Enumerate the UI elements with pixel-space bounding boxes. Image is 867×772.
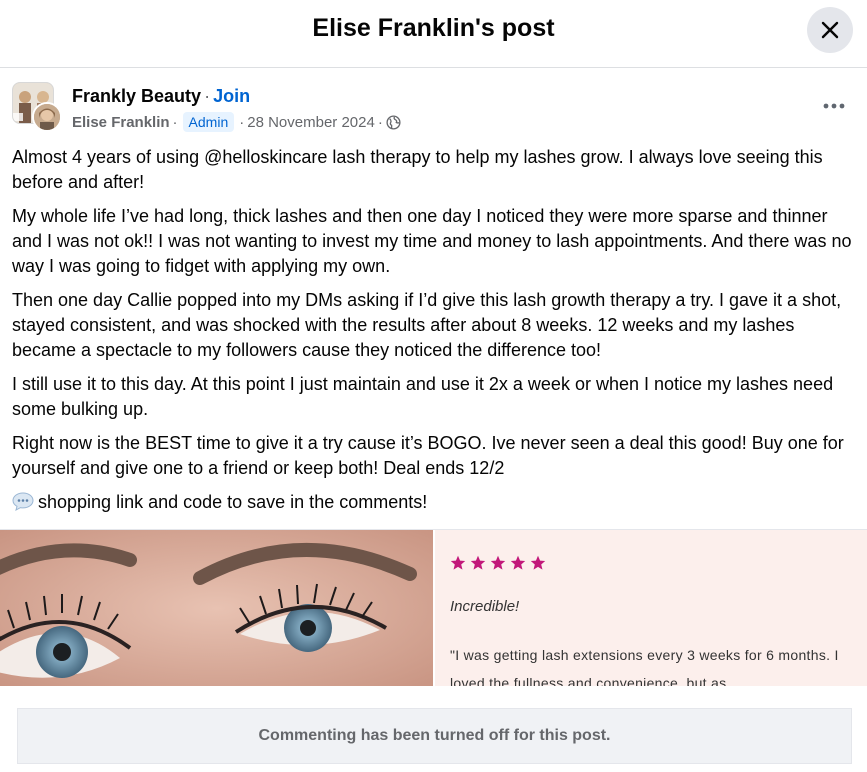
post-paragraph: Almost 4 years of using @helloskincare l…	[12, 147, 823, 192]
close-button[interactable]	[807, 7, 853, 53]
close-icon	[821, 21, 839, 39]
separator-dot: ·	[239, 113, 245, 131]
avatar[interactable]	[12, 82, 62, 132]
star-icon	[450, 555, 466, 570]
post-paragraph-last: shopping link and code to save in the co…	[12, 490, 860, 515]
review-title: Incredible!	[450, 598, 520, 615]
author-name-link[interactable]: Elise Franklin	[72, 114, 170, 131]
more-options-button[interactable]	[818, 90, 850, 122]
dialog-title: Elise Franklin's post	[312, 14, 555, 42]
star-icon	[490, 555, 506, 570]
post-paragraph: My whole life I’ve had long, thick lashe…	[12, 206, 852, 276]
post-paragraph: Right now is the BEST time to give it a …	[12, 433, 844, 478]
post-media[interactable]: Incredible! "I was getting lash extensio…	[0, 529, 867, 686]
comments-disabled-notice: Commenting has been turned off for this …	[17, 708, 852, 764]
globe-icon	[386, 114, 401, 130]
post-meta: Elise Franklin · Admin · 28 November 202…	[72, 112, 401, 132]
separator-dot: ·	[377, 113, 383, 131]
review-card[interactable]: Incredible! "I was getting lash extensio…	[435, 530, 867, 686]
separator-dot: ·	[172, 113, 178, 131]
post-body: Almost 4 years of using @helloskincare l…	[12, 145, 860, 524]
post-dialog-header: Elise Franklin's post	[0, 0, 867, 68]
group-line: Frankly Beauty · Join	[72, 86, 250, 107]
post-header: Frankly Beauty · Join Elise Franklin · Adm…	[0, 68, 867, 140]
post-last-line: shopping link and code to save in the co…	[38, 492, 428, 512]
review-text: "I was getting lash extensions every 3 w…	[450, 647, 839, 686]
star-icon	[470, 555, 486, 570]
post-date-link[interactable]: 28 November 2024	[247, 114, 375, 131]
star-icon	[510, 555, 526, 570]
star-rating	[450, 555, 546, 571]
more-horizontal-icon	[823, 103, 845, 109]
speech-bubble-icon	[12, 492, 34, 511]
eye-photo[interactable]	[0, 530, 433, 686]
separator-dot: ·	[204, 86, 211, 106]
admin-badge: Admin	[182, 112, 235, 132]
star-icon	[530, 555, 546, 570]
post-paragraph: Then one day Callie popped into my DMs a…	[12, 290, 842, 360]
post-paragraph: I still use it to this day. At this poin…	[12, 374, 834, 419]
author-avatar[interactable]	[32, 102, 62, 132]
join-link[interactable]: Join	[213, 86, 250, 106]
group-name-link[interactable]: Frankly Beauty	[72, 86, 201, 106]
